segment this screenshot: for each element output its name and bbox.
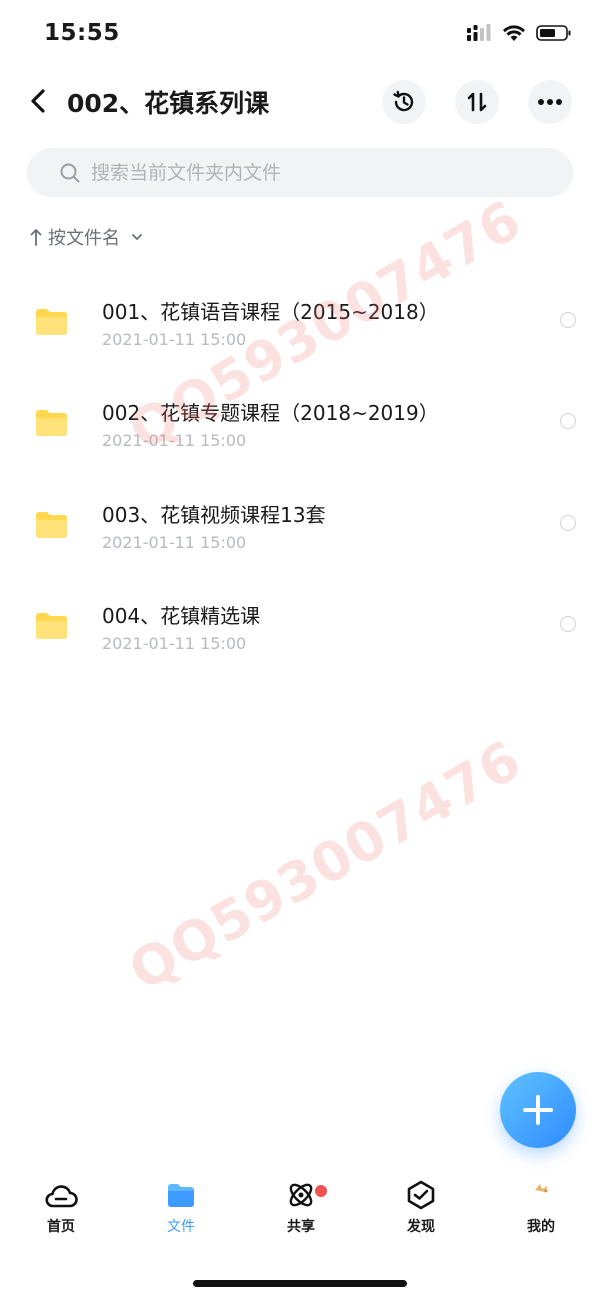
list-item[interactable]: 002、花镇专题课程（2018~2019） 2021-01-11 15:00	[0, 381, 600, 481]
back-button[interactable]	[24, 86, 54, 116]
tab-profile[interactable]: 我的	[501, 1180, 581, 1236]
list-item[interactable]: 001、花镇语音课程（2015~2018） 2021-01-11 15:00	[0, 280, 600, 380]
tab-share[interactable]: 共享	[261, 1180, 341, 1236]
file-date: 2021-01-11 15:00	[102, 634, 247, 653]
page-title: 002、花镇系列课	[67, 89, 270, 118]
file-name: 004、花镇精选课	[102, 604, 261, 628]
share-orbit-icon	[289, 1183, 313, 1207]
folder-icon	[36, 309, 67, 335]
search-bar[interactable]	[27, 148, 573, 197]
tab-label: 发现	[407, 1219, 435, 1235]
status-time: 15:55	[44, 20, 120, 46]
more-button[interactable]	[528, 80, 572, 124]
tab-label: 文件	[167, 1219, 195, 1235]
select-checkbox[interactable]	[560, 515, 576, 531]
tab-label: 共享	[287, 1219, 315, 1235]
tab-home[interactable]: 首页	[21, 1180, 101, 1236]
chevron-left-icon	[31, 89, 45, 113]
sort-toggle-button[interactable]	[455, 80, 499, 124]
avatar-icon	[535, 1184, 548, 1193]
select-checkbox[interactable]	[560, 616, 576, 632]
battery-icon	[536, 25, 571, 41]
tab-files[interactable]: 文件	[141, 1180, 221, 1236]
search-input[interactable]	[89, 160, 573, 185]
folder-icon	[168, 1184, 194, 1207]
file-name: 001、花镇语音课程（2015~2018）	[102, 300, 439, 324]
file-date: 2021-01-11 15:00	[102, 533, 247, 552]
file-name: 003、花镇视频课程13套	[102, 503, 326, 527]
add-button[interactable]	[500, 1072, 576, 1148]
file-date: 2021-01-11 15:00	[102, 431, 247, 450]
history-button[interactable]	[382, 80, 426, 124]
sort-arrows-icon	[467, 92, 487, 112]
cloud-icon	[45, 1185, 78, 1208]
discover-icon	[407, 1180, 435, 1210]
tab-label: 首页	[47, 1219, 75, 1235]
status-icons	[466, 24, 572, 42]
list-item[interactable]: 003、花镇视频课程13套 2021-01-11 15:00	[0, 483, 600, 583]
home-indicator	[193, 1280, 407, 1287]
select-checkbox[interactable]	[560, 312, 576, 328]
folder-icon	[36, 613, 67, 639]
plus-icon	[523, 1095, 553, 1125]
watermark: QQ593007476	[118, 727, 532, 1003]
list-item[interactable]: 004、花镇精选课 2021-01-11 15:00	[0, 584, 600, 684]
sort-dropdown[interactable]: 按文件名	[30, 224, 144, 250]
search-icon	[60, 163, 80, 182]
tab-discover[interactable]: 发现	[381, 1180, 461, 1236]
file-name: 002、花镇专题课程（2018~2019）	[102, 401, 439, 425]
signal-icon	[467, 24, 491, 41]
chevron-down-icon	[132, 234, 142, 240]
sort-label: 按文件名	[48, 228, 120, 249]
more-dots-icon	[538, 99, 562, 105]
bottom-tab-bar: 首页 文件 共享 发现 我的	[0, 1180, 600, 1250]
wifi-icon	[503, 25, 525, 41]
file-date: 2021-01-11 15:00	[102, 330, 247, 349]
folder-icon	[36, 410, 67, 436]
notification-badge	[314, 1184, 328, 1198]
tab-label: 我的	[527, 1219, 555, 1235]
folder-icon	[36, 512, 67, 538]
history-icon	[393, 90, 414, 112]
select-checkbox[interactable]	[560, 413, 576, 429]
arrow-up-icon	[30, 229, 42, 246]
